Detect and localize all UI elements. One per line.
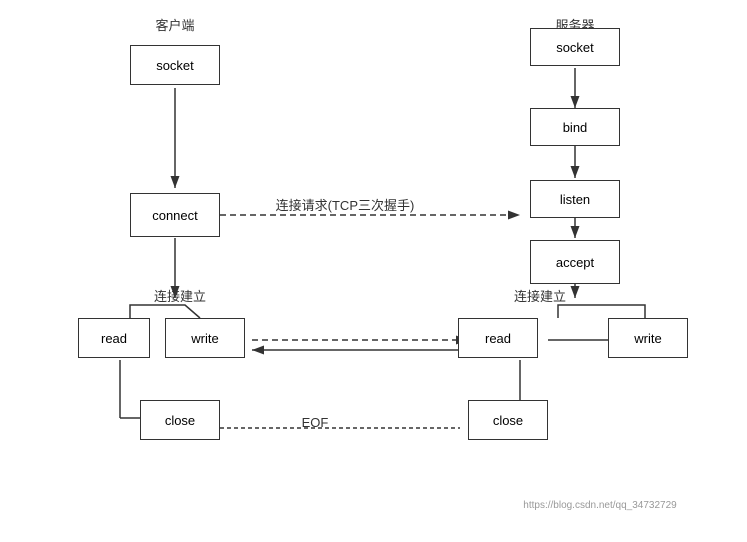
- connection-request-label: 连接请求(TCP三次握手): [245, 195, 445, 214]
- diagram: 客户端 服务器 socket connect read write close …: [0, 0, 747, 542]
- server-socket-box: socket: [530, 28, 620, 66]
- client-read-box: read: [78, 318, 150, 358]
- server-accept-box: accept: [530, 240, 620, 284]
- client-write-box: write: [165, 318, 245, 358]
- server-write-box: write: [608, 318, 688, 358]
- server-close-box: close: [468, 400, 548, 440]
- client-socket-box: socket: [130, 45, 220, 85]
- server-bind-box: bind: [530, 108, 620, 146]
- eof-label: EOF: [290, 415, 340, 430]
- server-listen-box: listen: [530, 180, 620, 218]
- client-label: 客户端: [130, 15, 220, 34]
- client-close-box: close: [140, 400, 220, 440]
- watermark-label: https://blog.csdn.net/qq_34732729: [460, 500, 740, 511]
- connection-established-left-label: 连接建立: [130, 286, 230, 305]
- connection-established-right-label: 连接建立: [490, 286, 590, 305]
- server-read-box: read: [458, 318, 538, 358]
- client-connect-box: connect: [130, 193, 220, 237]
